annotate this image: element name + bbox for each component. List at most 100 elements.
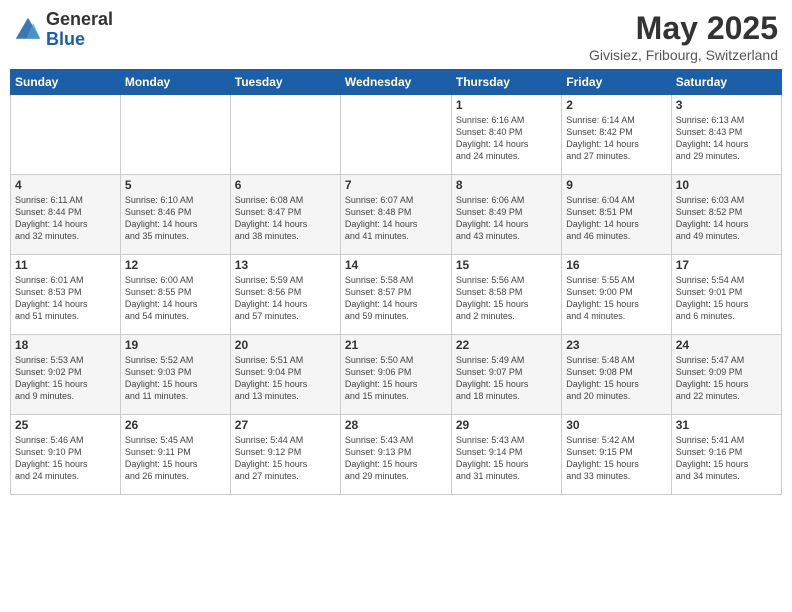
calendar-cell: 2 Sunrise: 6:14 AM Sunset: 8:42 PM Daylig… (562, 95, 671, 175)
day-number: 23 (566, 338, 666, 352)
day-info: Sunrise: 5:41 AM Sunset: 9:16 PM Dayligh… (676, 434, 777, 483)
day-number: 5 (125, 178, 226, 192)
day-number: 6 (235, 178, 336, 192)
day-number: 9 (566, 178, 666, 192)
calendar-cell: 30 Sunrise: 5:42 AM Sunset: 9:15 PM Dayli… (562, 415, 671, 495)
day-number: 4 (15, 178, 116, 192)
weekday-header-sunday: Sunday (11, 70, 121, 95)
calendar-cell: 22 Sunrise: 5:49 AM Sunset: 9:07 PM Dayli… (451, 335, 561, 415)
day-number: 16 (566, 258, 666, 272)
day-info: Sunrise: 5:49 AM Sunset: 9:07 PM Dayligh… (456, 354, 557, 403)
day-info: Sunrise: 6:04 AM Sunset: 8:51 PM Dayligh… (566, 194, 666, 243)
weekday-header-wednesday: Wednesday (340, 70, 451, 95)
day-number: 26 (125, 418, 226, 432)
calendar-cell: 13Sunrise: 5:59 AM Sunset: 8:56 PM Dayli… (230, 255, 340, 335)
logo-blue-text: Blue (46, 30, 113, 50)
calendar-cell: 12 Sunrise: 6:00 AM Sunset: 8:55 PM Dayli… (120, 255, 230, 335)
calendar-cell: 28 Sunrise: 5:43 AM Sunset: 9:13 PM Dayli… (340, 415, 451, 495)
day-number: 28 (345, 418, 447, 432)
day-number: 30 (566, 418, 666, 432)
calendar-cell: 19Sunrise: 5:52 AM Sunset: 9:03 PM Dayli… (120, 335, 230, 415)
day-info: Sunrise: 5:50 AM Sunset: 9:06 PM Dayligh… (345, 354, 447, 403)
day-info: Sunrise: 5:45 AM Sunset: 9:11 PM Dayligh… (125, 434, 226, 483)
day-info: Sunrise: 5:46 AM Sunset: 9:10 PM Dayligh… (15, 434, 116, 483)
day-info: Sunrise: 5:54 AM Sunset: 9:01 PM Dayligh… (676, 274, 777, 323)
day-info: Sunrise: 5:55 AM Sunset: 9:00 PM Dayligh… (566, 274, 666, 323)
day-info: Sunrise: 5:52 AM Sunset: 9:03 PM Dayligh… (125, 354, 226, 403)
calendar-cell: 25 Sunrise: 5:46 AM Sunset: 9:10 PM Dayli… (11, 415, 121, 495)
day-info: Sunrise: 6:00 AM Sunset: 8:55 PM Dayligh… (125, 274, 226, 323)
day-number: 22 (456, 338, 557, 352)
calendar-cell: 16 Sunrise: 5:55 AM Sunset: 9:00 PM Dayli… (562, 255, 671, 335)
calendar-week-row: 4 Sunrise: 6:11 AM Sunset: 8:44 PM Daylig… (11, 175, 782, 255)
day-info: Sunrise: 5:43 AM Sunset: 9:13 PM Dayligh… (345, 434, 447, 483)
day-info: Sunrise: 5:53 AM Sunset: 9:02 PM Dayligh… (15, 354, 116, 403)
month-title: May 2025 (589, 10, 778, 47)
calendar-cell: 15Sunrise: 5:56 AM Sunset: 8:58 PM Dayli… (451, 255, 561, 335)
day-info: Sunrise: 6:13 AM Sunset: 8:43 PM Dayligh… (676, 114, 777, 163)
calendar-week-row: 25 Sunrise: 5:46 AM Sunset: 9:10 PM Dayli… (11, 415, 782, 495)
day-number: 31 (676, 418, 777, 432)
weekday-header-friday: Friday (562, 70, 671, 95)
day-number: 1 (456, 98, 557, 112)
day-info: Sunrise: 6:16 AM Sunset: 8:40 PM Dayligh… (456, 114, 557, 163)
day-number: 3 (676, 98, 777, 112)
day-number: 12 (125, 258, 226, 272)
day-info: Sunrise: 5:59 AM Sunset: 8:56 PM Dayligh… (235, 274, 336, 323)
calendar-cell: 26 Sunrise: 5:45 AM Sunset: 9:11 PM Dayli… (120, 415, 230, 495)
calendar-week-row: 18 Sunrise: 5:53 AM Sunset: 9:02 PM Dayli… (11, 335, 782, 415)
logo-general-text: General (46, 10, 113, 30)
day-info: Sunrise: 6:11 AM Sunset: 8:44 PM Dayligh… (15, 194, 116, 243)
calendar-cell: 11 Sunrise: 6:01 AM Sunset: 8:53 PM Dayli… (11, 255, 121, 335)
calendar-cell: 1 Sunrise: 6:16 AM Sunset: 8:40 PM Daylig… (451, 95, 561, 175)
calendar-week-row: 1 Sunrise: 6:16 AM Sunset: 8:40 PM Daylig… (11, 95, 782, 175)
calendar-cell: 9 Sunrise: 6:04 AM Sunset: 8:51 PM Daylig… (562, 175, 671, 255)
logo-text: General Blue (46, 10, 113, 50)
day-number: 2 (566, 98, 666, 112)
calendar-table: SundayMondayTuesdayWednesdayThursdayFrid… (10, 69, 782, 495)
day-info: Sunrise: 5:56 AM Sunset: 8:58 PM Dayligh… (456, 274, 557, 323)
calendar-cell: 27 Sunrise: 5:44 AM Sunset: 9:12 PM Dayli… (230, 415, 340, 495)
logo-icon (14, 16, 42, 44)
day-info: Sunrise: 6:07 AM Sunset: 8:48 PM Dayligh… (345, 194, 447, 243)
calendar-cell: 6Sunrise: 6:08 AM Sunset: 8:47 PM Daylig… (230, 175, 340, 255)
weekday-header-row: SundayMondayTuesdayWednesdayThursdayFrid… (11, 70, 782, 95)
page-header: General Blue May 2025 Givisiez, Fribourg… (10, 10, 782, 63)
day-info: Sunrise: 5:44 AM Sunset: 9:12 PM Dayligh… (235, 434, 336, 483)
day-info: Sunrise: 5:58 AM Sunset: 8:57 PM Dayligh… (345, 274, 447, 323)
day-number: 18 (15, 338, 116, 352)
title-block: May 2025 Givisiez, Fribourg, Switzerland (589, 10, 778, 63)
day-info: Sunrise: 6:06 AM Sunset: 8:49 PM Dayligh… (456, 194, 557, 243)
calendar-cell (230, 95, 340, 175)
day-number: 8 (456, 178, 557, 192)
day-info: Sunrise: 6:01 AM Sunset: 8:53 PM Dayligh… (15, 274, 116, 323)
day-number: 20 (235, 338, 336, 352)
calendar-cell: 18 Sunrise: 5:53 AM Sunset: 9:02 PM Dayli… (11, 335, 121, 415)
day-info: Sunrise: 5:48 AM Sunset: 9:08 PM Dayligh… (566, 354, 666, 403)
calendar-cell: 7 Sunrise: 6:07 AM Sunset: 8:48 PM Daylig… (340, 175, 451, 255)
day-number: 29 (456, 418, 557, 432)
day-number: 7 (345, 178, 447, 192)
weekday-header-thursday: Thursday (451, 70, 561, 95)
day-number: 21 (345, 338, 447, 352)
day-number: 11 (15, 258, 116, 272)
day-info: Sunrise: 5:42 AM Sunset: 9:15 PM Dayligh… (566, 434, 666, 483)
day-info: Sunrise: 5:51 AM Sunset: 9:04 PM Dayligh… (235, 354, 336, 403)
calendar-cell: 5 Sunrise: 6:10 AM Sunset: 8:46 PM Daylig… (120, 175, 230, 255)
calendar-cell: 10Sunrise: 6:03 AM Sunset: 8:52 PM Dayli… (671, 175, 781, 255)
calendar-cell (11, 95, 121, 175)
calendar-cell: 24Sunrise: 5:47 AM Sunset: 9:09 PM Dayli… (671, 335, 781, 415)
day-info: Sunrise: 6:14 AM Sunset: 8:42 PM Dayligh… (566, 114, 666, 163)
calendar-cell: 31 Sunrise: 5:41 AM Sunset: 9:16 PM Dayli… (671, 415, 781, 495)
logo: General Blue (14, 10, 113, 50)
day-number: 24 (676, 338, 777, 352)
weekday-header-tuesday: Tuesday (230, 70, 340, 95)
calendar-cell: 20 Sunrise: 5:51 AM Sunset: 9:04 PM Dayli… (230, 335, 340, 415)
calendar-cell: 4 Sunrise: 6:11 AM Sunset: 8:44 PM Daylig… (11, 175, 121, 255)
day-number: 25 (15, 418, 116, 432)
day-info: Sunrise: 6:10 AM Sunset: 8:46 PM Dayligh… (125, 194, 226, 243)
calendar-cell (340, 95, 451, 175)
day-number: 27 (235, 418, 336, 432)
calendar-cell: 8 Sunrise: 6:06 AM Sunset: 8:49 PM Daylig… (451, 175, 561, 255)
location-text: Givisiez, Fribourg, Switzerland (589, 47, 778, 63)
